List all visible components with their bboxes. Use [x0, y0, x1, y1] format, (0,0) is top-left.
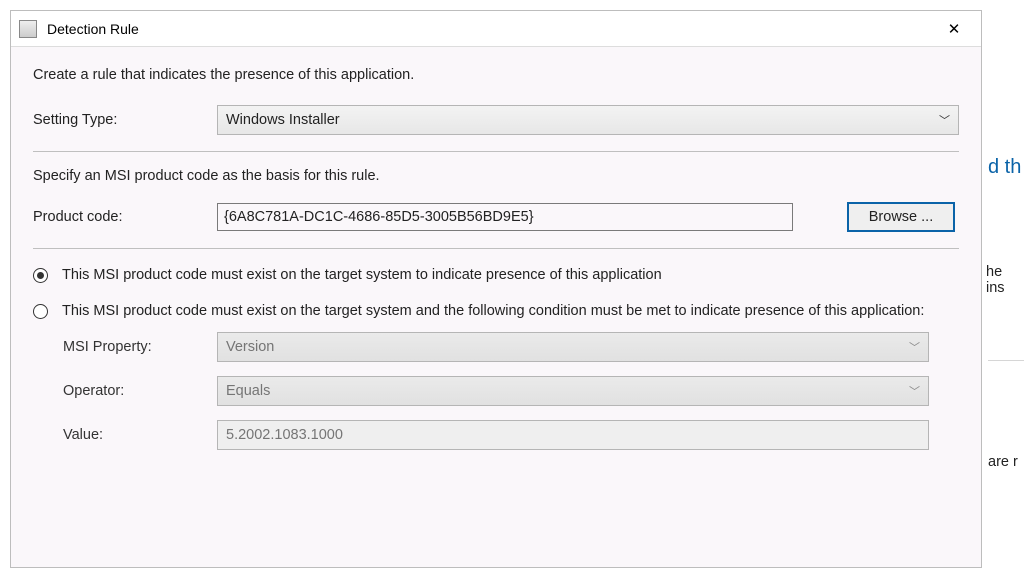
- background-link-fragment: d th: [988, 156, 1021, 179]
- operator-label: Operator:: [63, 383, 217, 399]
- value-value: 5.2002.1083.1000: [226, 427, 343, 443]
- app-icon: [19, 20, 37, 38]
- setting-type-label: Setting Type:: [33, 112, 217, 128]
- product-code-label: Product code:: [33, 209, 217, 225]
- product-code-row: Product code: Browse ...: [33, 202, 959, 232]
- setting-type-row: Setting Type: Windows Installer ﹀: [33, 105, 959, 135]
- close-button[interactable]: ✕: [931, 14, 977, 44]
- instruction-create-rule: Create a rule that indicates the presenc…: [33, 67, 959, 83]
- chevron-down-icon: ﹀: [939, 112, 950, 128]
- product-code-input[interactable]: [217, 203, 793, 231]
- dialog-body: Create a rule that indicates the presenc…: [11, 47, 981, 480]
- operator-row: Operator: Equals ﹀: [63, 376, 959, 406]
- radio-option-1-row[interactable]: This MSI product code must exist on the …: [33, 265, 959, 285]
- operator-value: Equals: [226, 383, 270, 399]
- value-label: Value:: [63, 427, 217, 443]
- background-divider: [988, 360, 1024, 361]
- divider-1: [33, 151, 959, 152]
- value-row: Value: 5.2002.1083.1000: [63, 420, 959, 450]
- msi-property-row: MSI Property: Version ﹀: [63, 332, 959, 362]
- setting-type-value: Windows Installer: [226, 112, 340, 128]
- dialog-title: Detection Rule: [47, 21, 931, 37]
- setting-type-dropdown[interactable]: Windows Installer ﹀: [217, 105, 959, 135]
- msi-property-label: MSI Property:: [63, 339, 217, 355]
- close-icon: ✕: [948, 20, 961, 38]
- detection-rule-dialog: Detection Rule ✕ Create a rule that indi…: [10, 10, 982, 568]
- condition-subform: MSI Property: Version ﹀ Operator: Equals…: [63, 332, 959, 450]
- radio-option-2-row[interactable]: This MSI product code must exist on the …: [33, 301, 959, 321]
- radio-option-1[interactable]: [33, 268, 48, 283]
- divider-2: [33, 248, 959, 249]
- chevron-down-icon: ﹀: [909, 383, 920, 399]
- msi-property-dropdown: Version ﹀: [217, 332, 929, 362]
- radio-selected-dot-icon: [37, 272, 44, 279]
- operator-dropdown: Equals ﹀: [217, 376, 929, 406]
- radio-option-2[interactable]: [33, 304, 48, 319]
- background-text-he-ins: he ins: [986, 264, 1024, 296]
- msi-property-value: Version: [226, 339, 274, 355]
- instruction-specify-msi: Specify an MSI product code as the basis…: [33, 168, 959, 184]
- titlebar: Detection Rule ✕: [11, 11, 981, 47]
- chevron-down-icon: ﹀: [909, 339, 920, 355]
- radio-option-1-label: This MSI product code must exist on the …: [62, 265, 662, 285]
- radio-option-2-label: This MSI product code must exist on the …: [62, 301, 924, 321]
- browse-button[interactable]: Browse ...: [847, 202, 955, 232]
- background-text-are-r: are r: [988, 454, 1018, 470]
- value-input: 5.2002.1083.1000: [217, 420, 929, 450]
